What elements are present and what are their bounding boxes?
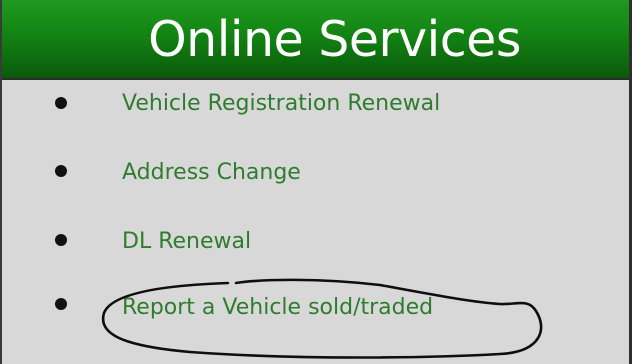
bullet-icon [55,97,67,109]
panel-header: Online Services [2,0,629,80]
vehicle-registration-renewal-link[interactable]: Vehicle Registration Renewal [122,91,440,116]
address-change-link[interactable]: Address Change [122,160,301,185]
online-services-panel: Online Services Vehicle Registration Ren… [0,0,632,364]
bullet-icon [55,234,67,246]
bullet-icon [55,298,67,310]
bullet-icon [55,165,67,177]
report-vehicle-sold-link[interactable]: Report a Vehicle sold/traded [122,295,433,320]
panel-title: Online Services [148,11,521,68]
dl-renewal-link[interactable]: DL Renewal [122,229,251,254]
